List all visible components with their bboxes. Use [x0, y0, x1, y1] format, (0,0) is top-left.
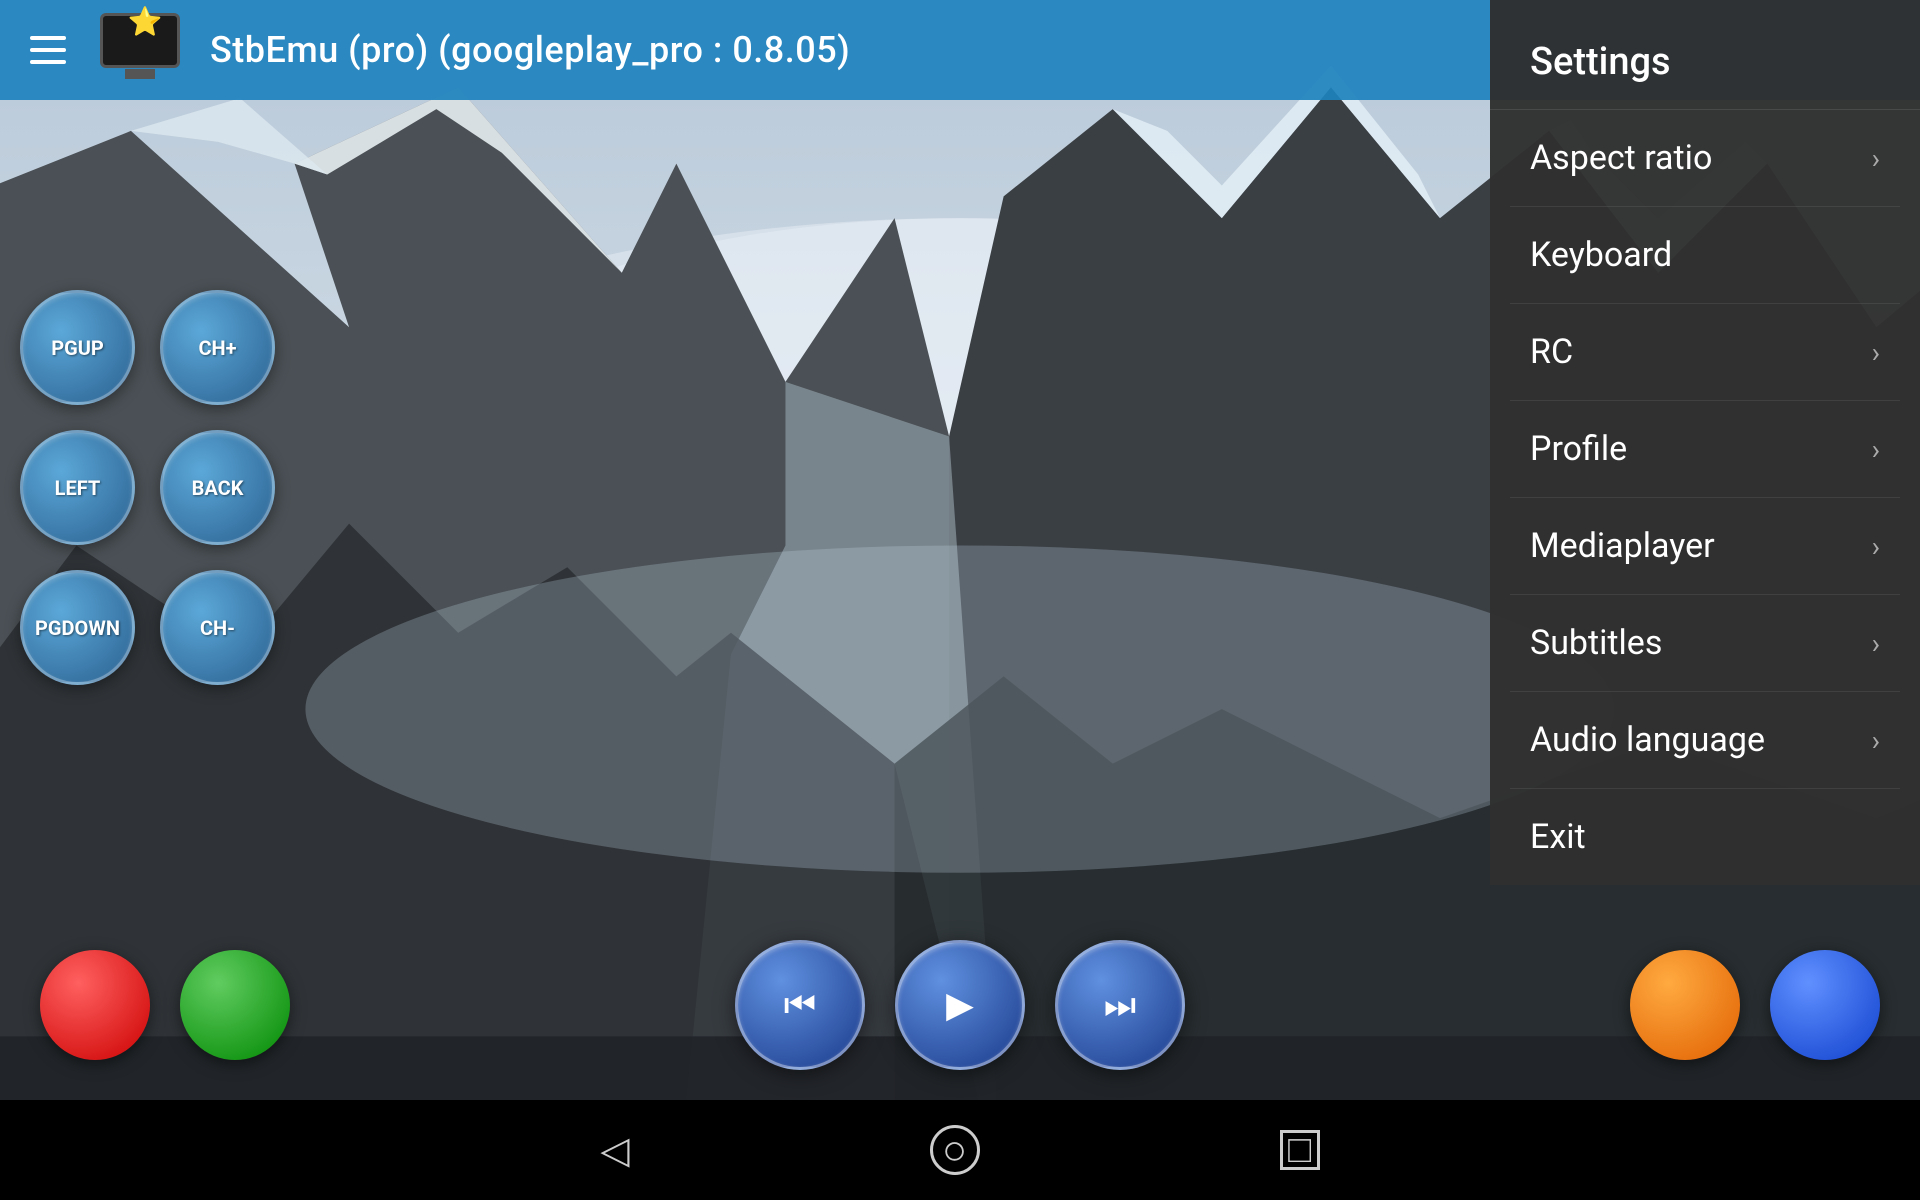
- mediaplayer-label: Mediaplayer: [1530, 526, 1715, 566]
- pgdown-button[interactable]: PGDOWN: [20, 570, 135, 685]
- menu-item-mediaplayer[interactable]: Mediaplayer ›: [1490, 498, 1920, 594]
- menu-item-aspect-ratio[interactable]: Aspect ratio ›: [1490, 110, 1920, 206]
- right-color-buttons: [1630, 950, 1880, 1060]
- menu-item-subtitles[interactable]: Subtitles ›: [1490, 595, 1920, 691]
- control-row-2: LEFT BACK: [20, 430, 275, 545]
- hamburger-menu[interactable]: [30, 25, 80, 75]
- menu-item-rc[interactable]: RC ›: [1490, 304, 1920, 400]
- rewind-icon: ⏮: [784, 984, 816, 1027]
- rewind-button[interactable]: ⏮: [735, 940, 865, 1070]
- app-title: StbEmu (pro) (googleplay_pro : 0.8.05): [210, 29, 850, 71]
- hamburger-line-2: [30, 48, 66, 52]
- exit-label: Exit: [1530, 817, 1586, 857]
- settings-menu: Settings Aspect ratio › Keyboard RC › Pr…: [1490, 0, 1920, 885]
- audio-language-chevron: ›: [1872, 724, 1880, 757]
- play-button[interactable]: ▶: [895, 940, 1025, 1070]
- profile-chevron: ›: [1872, 433, 1880, 466]
- rc-chevron: ›: [1872, 336, 1880, 369]
- media-center-buttons: ⏮ ▶ ⏭: [735, 940, 1185, 1070]
- fast-forward-button[interactable]: ⏭: [1055, 940, 1185, 1070]
- control-row-3: PGDOWN CH-: [20, 570, 275, 685]
- green-button[interactable]: [180, 950, 290, 1060]
- back-button[interactable]: BACK: [160, 430, 275, 545]
- menu-item-profile[interactable]: Profile ›: [1490, 401, 1920, 497]
- recent-nav-button[interactable]: □: [1280, 1130, 1320, 1170]
- blue-button[interactable]: [1770, 950, 1880, 1060]
- keyboard-label: Keyboard: [1530, 235, 1672, 275]
- profile-label: Profile: [1530, 429, 1627, 469]
- back-nav-button[interactable]: ◁: [600, 1128, 629, 1173]
- bottom-controls: ⏮ ▶ ⏭: [0, 940, 1920, 1070]
- orange-button[interactable]: [1630, 950, 1740, 1060]
- ch-minus-button[interactable]: CH-: [160, 570, 275, 685]
- left-color-buttons: [40, 950, 290, 1060]
- ch-plus-button[interactable]: CH+: [160, 290, 275, 405]
- star-icon: ⭐: [128, 5, 163, 38]
- aspect-ratio-chevron: ›: [1872, 142, 1880, 175]
- hamburger-line-3: [30, 60, 66, 64]
- red-button[interactable]: [40, 950, 150, 1060]
- subtitles-chevron: ›: [1872, 627, 1880, 660]
- mediaplayer-chevron: ›: [1872, 530, 1880, 563]
- menu-item-exit[interactable]: Exit: [1490, 789, 1920, 885]
- control-row-1: PGUP CH+: [20, 290, 275, 405]
- app-logo: ⭐: [100, 13, 190, 88]
- audio-language-label: Audio language: [1530, 720, 1765, 760]
- left-button[interactable]: LEFT: [20, 430, 135, 545]
- pgup-button[interactable]: PGUP: [20, 290, 135, 405]
- subtitles-label: Subtitles: [1530, 623, 1662, 663]
- play-icon: ▶: [946, 984, 974, 1026]
- aspect-ratio-label: Aspect ratio: [1530, 138, 1712, 178]
- rc-label: RC: [1530, 332, 1573, 372]
- settings-header: Settings: [1490, 10, 1920, 110]
- menu-item-audio-language[interactable]: Audio language ›: [1490, 692, 1920, 788]
- menu-item-keyboard[interactable]: Keyboard: [1490, 207, 1920, 303]
- fast-forward-icon: ⏭: [1104, 984, 1136, 1027]
- home-nav-button[interactable]: ○: [930, 1125, 980, 1175]
- hamburger-line-1: [30, 36, 66, 40]
- android-nav-bar: ◁ ○ □: [0, 1100, 1920, 1200]
